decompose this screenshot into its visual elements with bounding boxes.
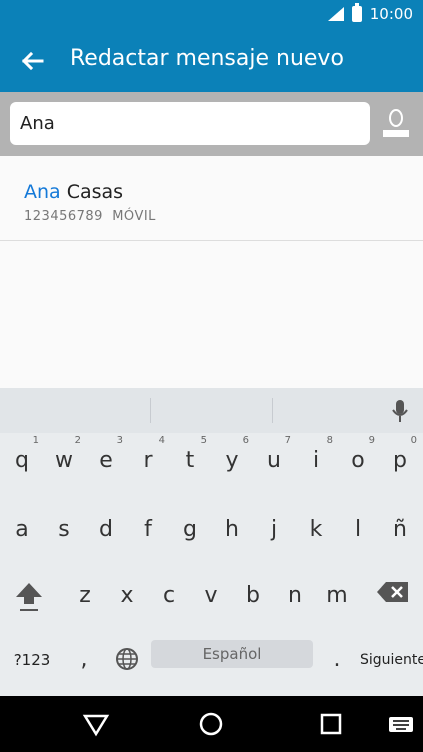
recipient-row	[0, 92, 423, 156]
key-row-4: ?123 , Español . Siguiente	[0, 632, 423, 688]
contact-detail: 123456789 MÓVIL	[24, 209, 156, 224]
next-key[interactable]: Siguiente	[360, 632, 423, 688]
status-time: 10:00	[369, 5, 413, 23]
key-s[interactable]: s	[43, 502, 85, 558]
status-icons: 10:00	[327, 3, 413, 23]
key-y[interactable]: y6	[211, 433, 253, 489]
key-h[interactable]: h	[211, 502, 253, 558]
key-c[interactable]: c	[148, 568, 190, 624]
key-row-2: a s d f g h j k l ñ	[0, 502, 423, 558]
key-b[interactable]: b	[232, 568, 274, 624]
globe-icon[interactable]	[114, 646, 140, 672]
key-j[interactable]: j	[253, 502, 295, 558]
nav-recent-apps-icon[interactable]	[317, 710, 345, 738]
key-w[interactable]: w2	[43, 433, 85, 489]
key-u[interactable]: u7	[253, 433, 295, 489]
signal-icon	[327, 7, 344, 21]
key-g[interactable]: g	[169, 502, 211, 558]
key-x[interactable]: x	[106, 568, 148, 624]
status-bar: 10:00	[0, 0, 423, 30]
key-p[interactable]: p0	[379, 433, 421, 489]
strip-divider	[272, 398, 273, 423]
microphone-icon[interactable]	[389, 398, 411, 424]
navigation-bar	[0, 696, 423, 752]
period-key[interactable]: .	[316, 632, 358, 688]
suggestion-strip	[0, 388, 423, 433]
key-row-1: q1 w2 e3 r4 t5 y6 u7 i8 o9 p0	[0, 433, 423, 489]
contact-picker-icon[interactable]	[381, 108, 411, 138]
key-t[interactable]: t5	[169, 433, 211, 489]
space-key[interactable]: Español	[151, 640, 313, 668]
contact-number: 123456789	[24, 209, 103, 224]
nav-back-icon[interactable]	[82, 710, 110, 738]
contact-suggestion[interactable]: Ana Casas 123456789 MÓVIL	[0, 156, 423, 241]
battery-icon	[351, 3, 362, 22]
contact-type: MÓVIL	[112, 209, 156, 224]
key-r[interactable]: r4	[127, 433, 169, 489]
key-d[interactable]: d	[85, 502, 127, 558]
key-f[interactable]: f	[127, 502, 169, 558]
key-o[interactable]: o9	[337, 433, 379, 489]
contact-name-rest: Casas	[60, 181, 124, 203]
page-title: Redactar mensaje nuevo	[70, 46, 344, 71]
key-v[interactable]: v	[190, 568, 232, 624]
contact-name: Ana Casas	[24, 181, 123, 203]
comma-key[interactable]: ,	[63, 632, 105, 688]
key-e[interactable]: e3	[85, 433, 127, 489]
numbers-key[interactable]: ?123	[9, 632, 55, 688]
key-k[interactable]: k	[295, 502, 337, 558]
backspace-icon[interactable]	[376, 580, 410, 604]
key-q[interactable]: q1	[1, 433, 43, 489]
key-n[interactable]: n	[274, 568, 316, 624]
keyboard: q1 w2 e3 r4 t5 y6 u7 i8 o9 p0 a s d f g …	[0, 388, 423, 696]
nav-home-icon[interactable]	[197, 710, 225, 738]
key-l[interactable]: l	[337, 502, 379, 558]
key-a[interactable]: a	[1, 502, 43, 558]
recipient-input[interactable]	[10, 102, 370, 145]
key-row-3: z x c v b n m	[0, 568, 423, 624]
nav-keyboard-icon[interactable]	[387, 710, 415, 738]
app-bar: Redactar mensaje nuevo	[0, 30, 423, 92]
shift-icon[interactable]	[13, 580, 45, 614]
key-z[interactable]: z	[64, 568, 106, 624]
back-arrow-icon[interactable]	[16, 45, 48, 77]
strip-divider	[150, 398, 151, 423]
contact-name-match: Ana	[24, 181, 61, 203]
key-n-tilde[interactable]: ñ	[379, 502, 421, 558]
key-i[interactable]: i8	[295, 433, 337, 489]
key-m[interactable]: m	[316, 568, 358, 624]
